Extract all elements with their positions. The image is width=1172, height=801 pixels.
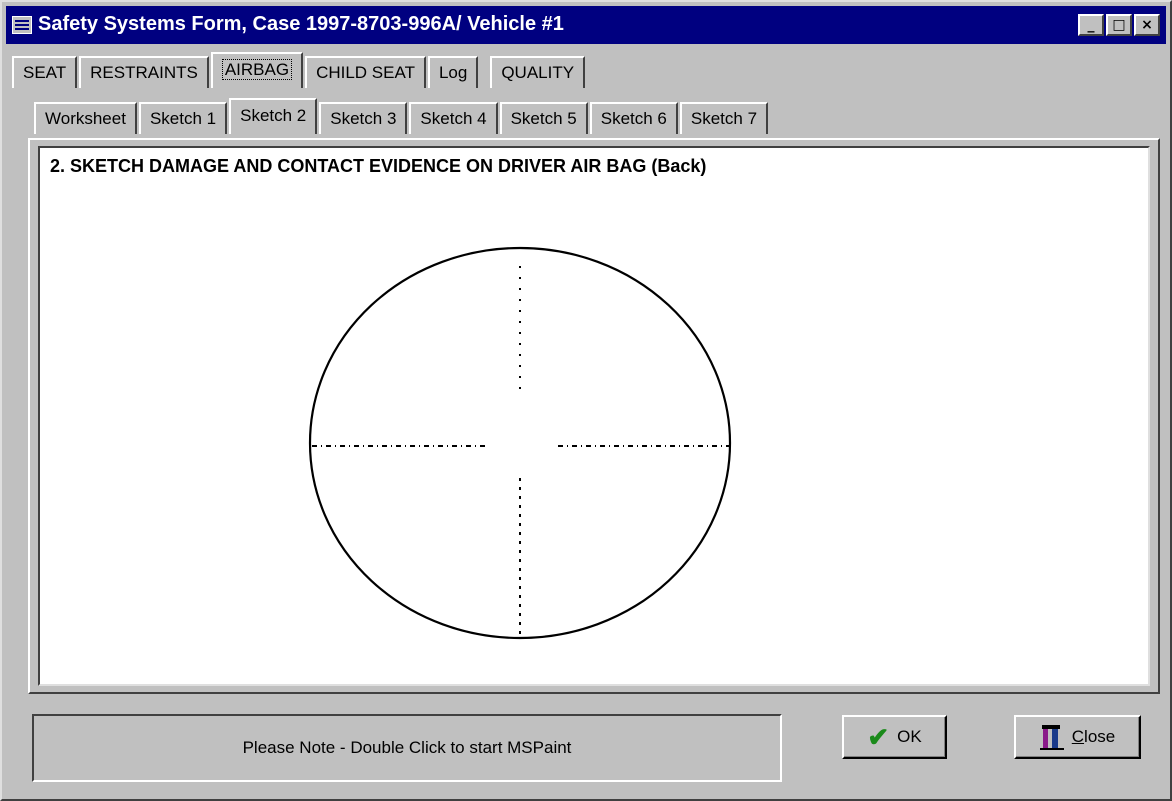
window-title: Safety Systems Form, Case 1997-8703-996A… [38,13,564,35]
ok-button[interactable]: ✔ OK [842,715,947,759]
ok-label: OK [897,727,922,746]
tab-sketch-7[interactable]: Sketch 7 [679,102,769,134]
title-bar[interactable]: Safety Systems Form, Case 1997-8703-996A… [6,6,1166,44]
close-icon: × [1141,17,1153,33]
tab-sketch-3[interactable]: Sketch 3 [319,102,408,134]
maximize-button[interactable]: □ [1106,14,1132,36]
sketch-canvas[interactable]: 2. SKETCH DAMAGE AND CONTACT EVIDENCE ON… [38,146,1150,686]
minimize-button[interactable]: _ [1078,14,1104,36]
form-icon[interactable] [12,16,32,34]
airbag-diagram[interactable] [40,148,1150,688]
status-note: Please Note - Double Click to start MSPa… [32,714,782,782]
tab-sketch-4[interactable]: Sketch 4 [409,102,498,134]
tab-sketch-1[interactable]: Sketch 1 [138,102,228,134]
tab-seat[interactable]: SEAT [12,56,78,88]
window-controls: _ □ × [1078,14,1160,36]
checkmark-icon: ✔ [867,722,890,752]
section-tabs: SEAT RESTRAINTS AIRBAG CHILD SEAT Log QU… [12,52,587,88]
tab-log[interactable]: Log [427,56,479,88]
sketch-tabs: Worksheet Sketch 1 Sketch 2 Sketch 3 Ske… [34,98,770,134]
tab-child-seat[interactable]: CHILD SEAT [305,56,426,88]
minimize-icon: _ [1087,17,1095,33]
maximize-icon: □ [1112,17,1126,33]
tab-quality[interactable]: QUALITY [490,56,586,88]
tab-restraints[interactable]: RESTRAINTS [79,56,209,88]
tab-worksheet[interactable]: Worksheet [34,102,137,134]
close-button[interactable]: Close [1014,715,1141,759]
tab-sketch-2[interactable]: Sketch 2 [229,98,318,134]
tab-sketch-6[interactable]: Sketch 6 [589,102,678,134]
safety-systems-window: Safety Systems Form, Case 1997-8703-996A… [0,0,1172,801]
close-window-button[interactable]: × [1134,14,1160,36]
sketch-panel: 2. SKETCH DAMAGE AND CONTACT EVIDENCE ON… [28,138,1160,694]
door-exit-icon [1039,725,1064,750]
tab-airbag[interactable]: AIRBAG [210,52,304,88]
tab-sketch-5[interactable]: Sketch 5 [499,102,588,134]
close-label: Close [1071,727,1116,746]
